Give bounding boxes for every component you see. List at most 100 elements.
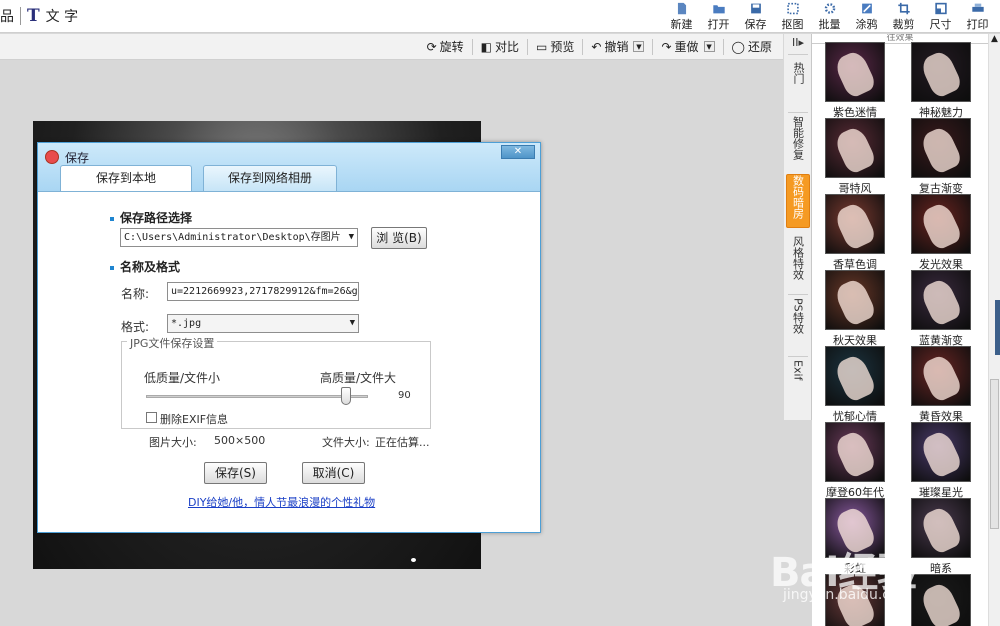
tab-save-local[interactable]: 保存到本地 [60, 165, 192, 191]
preview-button[interactable]: ▭ 预览 [531, 37, 579, 56]
compare-icon: ◧ [480, 39, 493, 54]
quality-slider-track[interactable] [146, 395, 368, 398]
edit-toolbar: ⟳ 旋转 ◧ 对比 ▭ 预览 ↶ 撤销 ▼ ↷ 重做 ▼ ◯ 还原 [0, 34, 783, 60]
browse-button[interactable]: 浏 览(B) [371, 227, 427, 249]
effect-thumbnail[interactable]: 黄昏效果 [910, 346, 972, 424]
effect-category-tabs: II▸ 热门 智能修复 数码暗房 风格特效 PS特效 Exif [784, 34, 812, 420]
save-disk-icon [750, 3, 761, 14]
remove-exif-checkbox[interactable] [146, 412, 157, 423]
window-edge-handle [995, 300, 1000, 355]
file-name-input[interactable]: u=2212669923,2717829912&fm=26&gp=0_ [167, 282, 359, 301]
text-tool-label[interactable]: 文 字 [46, 6, 78, 26]
effect-preview-image [911, 422, 971, 482]
restore-button[interactable]: ◯ 还原 [727, 37, 777, 56]
doodle-button[interactable]: 涂鸦 [850, 2, 883, 32]
dialog-body: 保存路径选择 C:\Users\Administrator\Desktop\存图… [38, 191, 540, 532]
effect-preview-image [911, 118, 971, 178]
open-button[interactable]: 打开 [702, 2, 735, 32]
new-button[interactable]: 新建 [665, 2, 698, 32]
effect-thumbnail[interactable]: 蓝黄渐变 [910, 270, 972, 348]
redo-button[interactable]: ↷ 重做 ▼ [656, 37, 719, 56]
preview-icon: ▭ [536, 39, 548, 54]
batch-icon [824, 3, 835, 14]
effect-thumbnail[interactable]: 复古渐变 [910, 118, 972, 196]
effect-preview-image [825, 42, 885, 102]
resize-icon [934, 2, 947, 15]
scrollbar-thumb[interactable] [990, 379, 999, 529]
panel-collapse-button[interactable]: II▸ [786, 36, 810, 52]
open-folder-icon [712, 5, 725, 14]
tab-divider [788, 356, 808, 357]
main-toolbar: 品 T 文 字 新建 打开 保存 抠图 批量 涂鸦 裁剪 尺寸 打印 [0, 0, 1000, 33]
file-size-value: 正在估算... [375, 436, 430, 449]
remove-exif-label: 删除EXIF信息 [160, 413, 229, 426]
cutout-icon [786, 2, 799, 15]
effect-thumbnail[interactable]: 璀璨星光 [910, 422, 972, 500]
name-label: 名称: [121, 287, 150, 301]
tab-ps-effects[interactable]: PS特效 [786, 298, 810, 352]
effect-preview-image [825, 346, 885, 406]
text-tool-icon[interactable]: T [27, 6, 40, 26]
close-icon[interactable]: ✕ [501, 145, 535, 159]
redo-icon: ↷ [661, 39, 672, 54]
crop-button[interactable]: 裁剪 [887, 2, 920, 32]
save-dialog: 保存 ✕ 保存到本地 保存到网络相册 保存路径选择 C:\Users\Admin… [37, 142, 541, 533]
format-select[interactable]: *.jpg ▼ [167, 314, 359, 333]
effect-preview-image [911, 194, 971, 254]
path-section-heading: 保存路径选择 [110, 209, 192, 226]
quality-value: 90 [398, 390, 411, 401]
save-confirm-button[interactable]: 保存(S) [204, 462, 267, 484]
tab-save-network-album[interactable]: 保存到网络相册 [203, 165, 337, 191]
undo-icon: ↶ [591, 39, 602, 54]
tab-hot[interactable]: 热门 [786, 58, 810, 108]
resize-button[interactable]: 尺寸 [924, 2, 957, 32]
cancel-button[interactable]: 取消(C) [302, 462, 365, 484]
effect-thumbnail[interactable]: 紫色迷情 [824, 42, 886, 120]
file-size-label: 文件大小: [322, 436, 370, 449]
dialog-titlebar[interactable]: 保存 ✕ 保存到本地 保存到网络相册 [38, 143, 540, 191]
effect-thumbnail[interactable]: 香草色调 [824, 194, 886, 272]
tab-smart-repair[interactable]: 智能修复 [786, 116, 810, 168]
bullet-icon [110, 216, 114, 221]
save-button[interactable]: 保存 [739, 2, 772, 32]
jpg-settings-legend: JPG文件保存设置 [127, 335, 218, 351]
doodle-icon [861, 3, 872, 14]
tab-divider [788, 294, 808, 295]
save-path-select[interactable]: C:\Users\Administrator\Desktop\存图片 ▼ [120, 228, 358, 247]
tab-exif[interactable]: Exif [786, 360, 810, 414]
chevron-down-icon[interactable]: ▼ [633, 41, 645, 52]
tab-digital-darkroom[interactable]: 数码暗房 [786, 174, 810, 228]
toolbar-left-group: 品 T 文 字 [0, 6, 78, 26]
chevron-down-icon[interactable]: ▼ [703, 41, 715, 52]
format-label: 格式: [121, 320, 150, 334]
effect-thumbnail[interactable]: 秋天效果 [824, 270, 886, 348]
cut-tool-label[interactable]: 品 [0, 6, 14, 26]
effect-preview-image [825, 194, 885, 254]
batch-button[interactable]: 批量 [813, 2, 846, 32]
quality-slider-thumb[interactable] [340, 387, 351, 405]
effect-preview-image [825, 270, 885, 330]
promo-link[interactable]: DIY给她/他，情人节最浪漫的个性礼物 [188, 494, 375, 510]
effect-preview-image [911, 270, 971, 330]
effect-thumbnail[interactable]: 发光效果 [910, 194, 972, 272]
tab-style-effects[interactable]: 风格特效 [786, 236, 810, 290]
effects-gallery: 往效果 紫色迷情 神秘魅力 哥特风 复古渐变 香草色调 发光效果 秋天效果 蓝黄渐变 忧郁心情黄… [812, 34, 988, 626]
printer-icon [971, 3, 984, 12]
tab-divider [788, 112, 808, 113]
effect-thumbnail[interactable]: 暗系 [910, 498, 972, 576]
effect-thumbnail[interactable]: 神秘魅力 [910, 42, 972, 120]
cutout-button[interactable]: 抠图 [776, 2, 809, 32]
effect-thumbnail[interactable] [910, 574, 972, 626]
toolbar-divider [722, 38, 724, 55]
print-button[interactable]: 打印 [961, 2, 994, 32]
name-section-heading: 名称及格式 [110, 258, 180, 275]
effect-preview-image [825, 118, 885, 178]
effect-thumbnail[interactable]: 忧郁心情 [824, 346, 886, 424]
effect-thumbnail[interactable]: 哥特风 [824, 118, 886, 196]
scroll-up-arrow[interactable]: ▲ [991, 34, 998, 44]
compare-button[interactable]: ◧ 对比 [476, 37, 524, 56]
undo-button[interactable]: ↶ 撤销 ▼ [586, 37, 649, 56]
chevron-down-icon: ▼ [349, 318, 355, 328]
effect-thumbnail[interactable]: 摩登60年代 [824, 422, 886, 500]
rotate-button[interactable]: ⟳ 旋转 [422, 37, 469, 56]
